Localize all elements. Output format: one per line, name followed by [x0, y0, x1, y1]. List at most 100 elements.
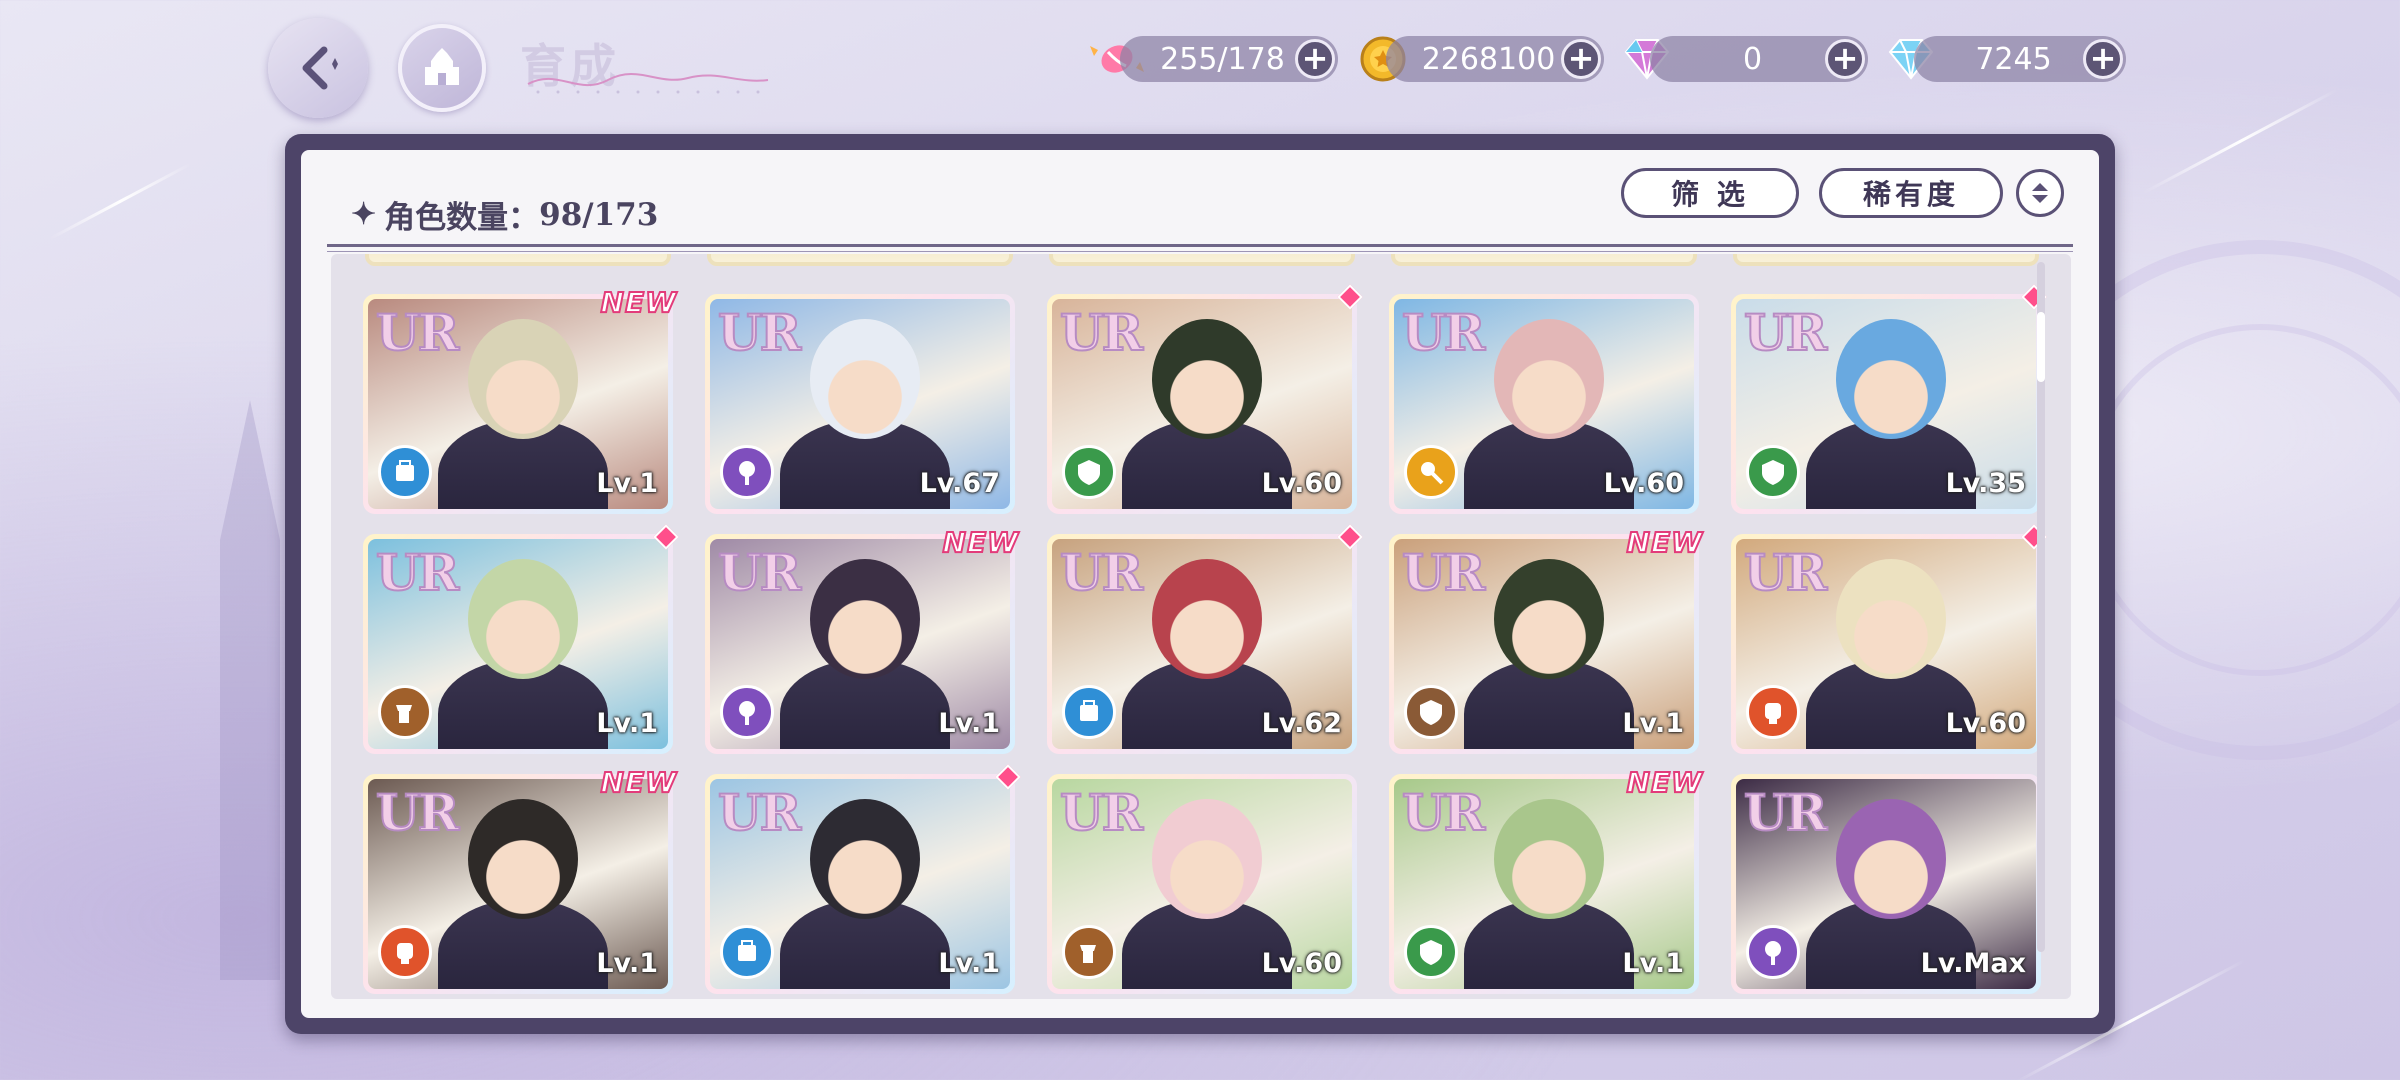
rarity-sort-button[interactable]: 稀有度	[1819, 168, 2003, 218]
character-count: ✦ 角色数量： 98/173	[351, 192, 658, 237]
attribute-type-icon	[1062, 925, 1116, 979]
partial-card[interactable]	[365, 254, 671, 266]
character-portrait: UR Lv.1	[368, 539, 668, 749]
character-head	[810, 319, 920, 439]
gem-value: 7245	[1975, 41, 2052, 77]
character-portrait: UR Lv.62	[1052, 539, 1352, 749]
character-portrait: UR Lv.60	[1052, 299, 1352, 509]
add-gold-button[interactable]: +	[1561, 39, 1601, 79]
character-head	[1836, 559, 1946, 679]
rarity-badge: UR	[717, 782, 802, 843]
grid-scrollbar[interactable]	[2037, 262, 2045, 952]
character-card[interactable]: UR Lv.35	[1731, 284, 2047, 514]
add-stamina-button[interactable]: +	[1295, 39, 1335, 79]
character-card[interactable]: UR Lv.1 NEW	[705, 525, 1019, 754]
character-card[interactable]: UR Lv.1 NEW	[363, 765, 677, 994]
character-portrait: UR Lv.67	[710, 299, 1010, 509]
paid-gem-counter: 0 +	[1650, 36, 1868, 82]
character-level: Lv.1	[596, 468, 658, 499]
character-portrait: UR Lv.1	[1394, 779, 1694, 989]
attribute-type-icon	[1404, 445, 1458, 499]
character-head	[468, 799, 578, 919]
attribute-type-icon	[720, 925, 774, 979]
character-portrait: UR Lv.1	[368, 299, 668, 509]
back-button[interactable]	[268, 18, 368, 118]
attribute-type-icon	[1404, 925, 1458, 979]
rarity-badge: UR	[1401, 302, 1486, 363]
character-card[interactable]: UR Lv.60	[1047, 284, 1363, 514]
rarity-badge: UR	[1401, 542, 1486, 603]
character-head	[1494, 799, 1604, 919]
attribute-type-icon	[378, 685, 432, 739]
add-gem-button[interactable]: +	[2083, 39, 2123, 79]
character-card[interactable]: UR Lv.Max	[1731, 774, 2041, 994]
new-badge: NEW	[1626, 525, 1703, 560]
sort-order-toggle[interactable]	[2016, 169, 2064, 217]
character-head	[810, 799, 920, 919]
sort-toggle-icon	[2032, 183, 2048, 203]
character-head	[810, 559, 920, 679]
rarity-badge: UR	[717, 542, 802, 603]
rarity-badge: UR	[1743, 302, 1828, 363]
character-head	[1152, 799, 1262, 919]
gold-counter: 2268100 +	[1386, 36, 1604, 82]
character-level: Lv.1	[1622, 948, 1684, 979]
attribute-type-icon	[1404, 685, 1458, 739]
scroll-thumb[interactable]	[2037, 312, 2045, 382]
character-head	[1152, 559, 1262, 679]
character-portrait: UR Lv.1	[710, 779, 1010, 989]
attribute-type-icon	[720, 685, 774, 739]
character-portrait: UR Lv.35	[1736, 299, 2036, 509]
character-card[interactable]: UR Lv.60	[1731, 524, 2047, 754]
character-card[interactable]: UR Lv.67	[705, 294, 1015, 514]
partial-card[interactable]	[707, 254, 1013, 266]
rarity-badge: UR	[1059, 782, 1144, 843]
character-level: Lv.62	[1261, 708, 1342, 739]
partial-card[interactable]	[1733, 254, 2039, 266]
character-count-label: 角色数量：	[384, 200, 540, 236]
rarity-badge: UR	[1743, 542, 1828, 603]
header-divider	[327, 244, 2073, 252]
rarity-badge: UR	[1743, 782, 1828, 843]
character-card[interactable]: UR Lv.1 NEW	[1389, 765, 1703, 994]
character-card[interactable]: UR Lv.1 NEW	[1389, 525, 1703, 754]
character-portrait: UR Lv.60	[1736, 539, 2036, 749]
attribute-type-icon	[1746, 925, 1800, 979]
character-card[interactable]: UR Lv.60	[1047, 774, 1357, 994]
character-level: Lv.35	[1945, 468, 2026, 499]
partial-card[interactable]	[1049, 254, 1355, 266]
character-card[interactable]: UR Lv.1	[705, 764, 1021, 994]
gem-counter: 7245 +	[1914, 36, 2126, 82]
rarity-badge: UR	[375, 782, 460, 843]
back-arrow-icon	[302, 46, 338, 90]
castle-home-icon	[425, 48, 459, 85]
rarity-badge: UR	[375, 302, 460, 363]
character-card[interactable]: UR Lv.60	[1389, 294, 1699, 514]
character-level: Lv.60	[1261, 468, 1342, 499]
character-level: Lv.Max	[1920, 948, 2026, 979]
filter-button[interactable]: 筛 选	[1621, 168, 1799, 218]
character-card[interactable]: UR Lv.1 NEW	[363, 285, 677, 514]
paid-gem-value: 0	[1742, 41, 1763, 77]
character-card[interactable]: UR Lv.1	[363, 524, 679, 754]
character-head	[1494, 559, 1604, 679]
new-badge: NEW	[600, 285, 677, 320]
stamina-value: 255/178	[1160, 41, 1285, 77]
stamina-counter: 255/178 +	[1120, 36, 1338, 82]
attribute-type-icon	[1062, 445, 1116, 499]
new-badge: NEW	[600, 765, 677, 800]
light-streak	[2142, 88, 2338, 195]
light-streak	[48, 162, 192, 241]
character-level: Lv.60	[1261, 948, 1342, 979]
home-button[interactable]	[398, 24, 486, 112]
character-grid[interactable]: UR Lv.1 NEW UR Lv.67 UR Lv.60 UR Lv.60 UR Lv.35 UR L…	[331, 254, 2071, 999]
character-head	[1836, 319, 1946, 439]
character-card[interactable]: UR Lv.62	[1047, 524, 1363, 754]
partial-card[interactable]	[1391, 254, 1697, 266]
panel-inner: ✦ 角色数量： 98/173 筛 选 稀有度 UR Lv.1 NEW UR Lv.67 U…	[301, 150, 2099, 1018]
add-paid-gem-button[interactable]: +	[1825, 39, 1865, 79]
character-head	[1836, 799, 1946, 919]
rarity-badge: UR	[375, 542, 460, 603]
gold-value: 2268100	[1421, 41, 1556, 77]
new-badge: NEW	[1626, 765, 1703, 800]
